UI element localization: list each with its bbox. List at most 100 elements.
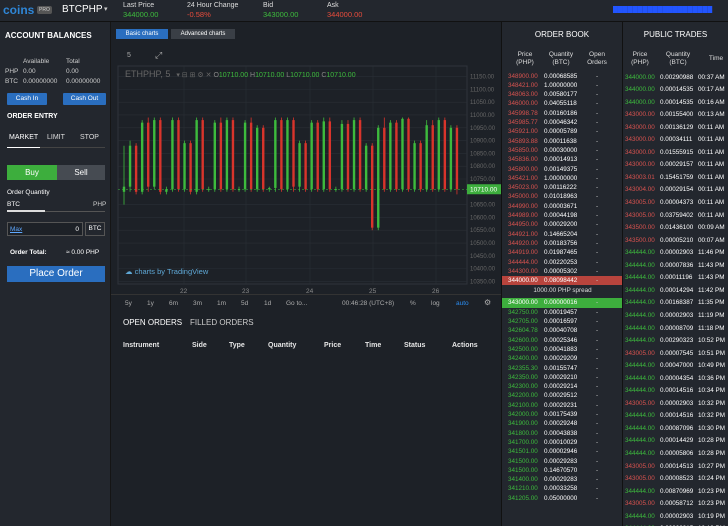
pro-badge: PRO (37, 6, 52, 14)
order-book-row[interactable]: 345985.77 0.00046342 - (502, 118, 623, 127)
cash-out-button[interactable]: Cash Out (63, 93, 106, 105)
order-book-row[interactable]: 348421.00 1.00000000 - (502, 81, 623, 90)
order-book-row[interactable]: 344920.00 0.00183756 - (502, 239, 623, 248)
order-book-row[interactable]: 345836.00 0.00014913 - (502, 155, 623, 164)
trade-price: 344444.00 (625, 450, 655, 457)
order-book-row[interactable]: 342600.00 0.00025346 - (502, 336, 623, 345)
order-book-row[interactable]: 342100.00 0.00029231 - (502, 401, 623, 410)
tab-stop[interactable]: STOP (80, 134, 99, 141)
candle-body (255, 127, 259, 190)
pair-selector[interactable]: BTCPHP (62, 4, 103, 15)
pt-col-qty: Quantity (BTC) (665, 51, 691, 66)
range-3m[interactable]: 3m (193, 300, 202, 307)
range-1d[interactable]: 1d (264, 300, 271, 307)
order-book-row[interactable]: 341500.00 0.14670570 - (502, 466, 623, 475)
log-toggle[interactable]: log (431, 300, 440, 307)
tab-filled-orders[interactable]: FILLED ORDERS (190, 318, 254, 327)
order-book-row[interactable]: 344919.00 0.01987465 - (502, 248, 623, 257)
order-book-row[interactable]: 343000.00 0.00000016 - (502, 298, 623, 308)
ob-price: 344919.00 (508, 249, 538, 257)
order-book-row[interactable]: 344989.00 0.00044198 - (502, 211, 623, 220)
quantity-input[interactable]: Max 0 (7, 222, 83, 236)
order-book-row[interactable]: 345921.00 0.00005789 - (502, 127, 623, 136)
place-order-button[interactable]: Place Order (7, 266, 105, 282)
order-book-row[interactable]: 344990.00 0.00003671 - (502, 202, 623, 211)
trade-time: 10:36 PM (698, 374, 725, 382)
trade-qty: 0.00007836 (660, 261, 694, 269)
order-book-row[interactable]: 341900.00 0.00029248 - (502, 419, 623, 428)
range-6m[interactable]: 6m (169, 300, 178, 307)
order-book-row[interactable]: 342500.00 0.00041883 - (502, 345, 623, 354)
ob-qty: 0.00005789 (544, 128, 578, 136)
trade-time: 00:09 AM (698, 224, 725, 232)
range-1m[interactable]: 1m (217, 300, 226, 307)
order-book-row[interactable]: 341501.00 0.00002946 - (502, 447, 623, 456)
coins-logo[interactable]: coins (3, 3, 34, 17)
ob-price: 342500.00 (508, 345, 538, 353)
order-book-row[interactable]: 341210.00 0.00033258 - (502, 484, 623, 493)
order-book-row[interactable]: 344000.00 0.08098442 - (502, 276, 623, 286)
order-book-row[interactable]: 342300.00 0.00029214 - (502, 382, 623, 391)
order-book-row[interactable]: 341800.00 0.00043838 - (502, 429, 623, 438)
order-book-row[interactable]: 345998.78 0.00160186 - (502, 109, 623, 118)
order-book-row[interactable]: 345800.00 0.00149375 - (502, 165, 623, 174)
order-book-row[interactable]: 345893.88 0.00011638 - (502, 137, 623, 146)
cash-in-button[interactable]: Cash In (7, 93, 47, 105)
candle-body (364, 145, 368, 190)
order-book-row[interactable]: 341500.00 0.00029283 - (502, 457, 623, 466)
order-book-row[interactable]: 341700.00 0.00010029 - (502, 438, 623, 447)
range-1y[interactable]: 1y (147, 300, 154, 307)
gear-icon[interactable]: ⚙ (484, 298, 491, 307)
order-book-row[interactable]: 344444.00 0.00220253 - (502, 258, 623, 267)
app-root: coins PRO BTCPHP ▾ Last Price 344000.00 … (0, 0, 728, 526)
order-book-row[interactable]: 342750.00 0.00019457 - (502, 308, 623, 317)
chevron-down-icon[interactable]: ▾ (104, 5, 108, 13)
order-book-row[interactable]: 345000.00 0.01018963 - (502, 192, 623, 201)
trade-time: 10:23 PM (698, 487, 725, 495)
order-book-row[interactable]: 342705.00 0.00016597 - (502, 317, 623, 326)
percent-toggle[interactable]: % (410, 300, 416, 307)
tab-market[interactable]: MARKET (9, 134, 38, 141)
order-book-row[interactable]: 342604.78 0.00040708 - (502, 326, 623, 335)
sell-button[interactable]: Sell (57, 165, 105, 180)
order-book-row[interactable]: 348900.00 0.00068585 - (502, 72, 623, 81)
order-book-row[interactable]: 345023.00 0.00116222 - (502, 183, 623, 192)
order-book-row[interactable]: 345850.00 0.00030000 - (502, 146, 623, 155)
auto-toggle[interactable]: auto (456, 300, 469, 307)
max-link[interactable]: Max (10, 226, 22, 233)
buy-button[interactable]: Buy (7, 165, 57, 180)
tab-limit[interactable]: LIMIT (47, 134, 65, 141)
trade-qty: 0.00004354 (660, 374, 694, 382)
range-5y[interactable]: 5y (125, 300, 132, 307)
order-book-row[interactable]: 341400.00 0.00029283 - (502, 475, 623, 484)
order-book-row[interactable]: 342200.00 0.00029512 - (502, 391, 623, 400)
trade-time: 00:11 AM (698, 173, 725, 181)
ob-price: 344990.00 (508, 202, 538, 210)
user-account-link[interactable]: ████████████████████ (613, 6, 723, 13)
trade-time: 00:13 AM (698, 111, 725, 119)
goto-button[interactable]: Go to... (286, 300, 307, 307)
order-book-row[interactable]: 341205.00 0.05000000 - (502, 494, 623, 503)
trade-time: 11:43 PM (698, 261, 725, 269)
order-book-row[interactable]: 342400.00 0.00029209 - (502, 354, 623, 363)
quantity-unit[interactable]: BTC (85, 222, 105, 236)
order-book-row[interactable]: 344950.00 0.00029200 - (502, 220, 623, 229)
quantity-slider-fill[interactable] (7, 210, 45, 212)
order-book-row[interactable]: 345421.00 1.00000000 - (502, 174, 623, 183)
ob-open-orders: - (596, 318, 599, 325)
chart-settings-icon[interactable]: ▾ ⊟ ⊞ ⚙ ✕ (176, 72, 211, 79)
order-book-row[interactable]: 344921.00 0.14665204 - (502, 230, 623, 239)
order-book-row[interactable]: 348063.00 0.00580177 - (502, 90, 623, 99)
candle-body (147, 122, 150, 187)
order-book-row[interactable]: 346000.00 0.04055118 - (502, 99, 623, 108)
order-book-row[interactable]: 342355.30 0.00155747 - (502, 364, 623, 373)
range-5d[interactable]: 5d (241, 300, 248, 307)
col-side: Side (192, 342, 207, 349)
tab-open-orders[interactable]: OPEN ORDERS (123, 318, 182, 327)
trade-qty: 0.00005210 (660, 236, 694, 244)
order-book-row[interactable]: 342000.00 0.00175439 - (502, 410, 623, 419)
order-book-row[interactable]: 342350.00 0.00029210 - (502, 373, 623, 382)
ob-open-orders: - (596, 373, 599, 381)
trade-price: 344444.00 (625, 374, 655, 382)
order-book-row[interactable]: 344300.00 0.00005302 - (502, 267, 623, 276)
